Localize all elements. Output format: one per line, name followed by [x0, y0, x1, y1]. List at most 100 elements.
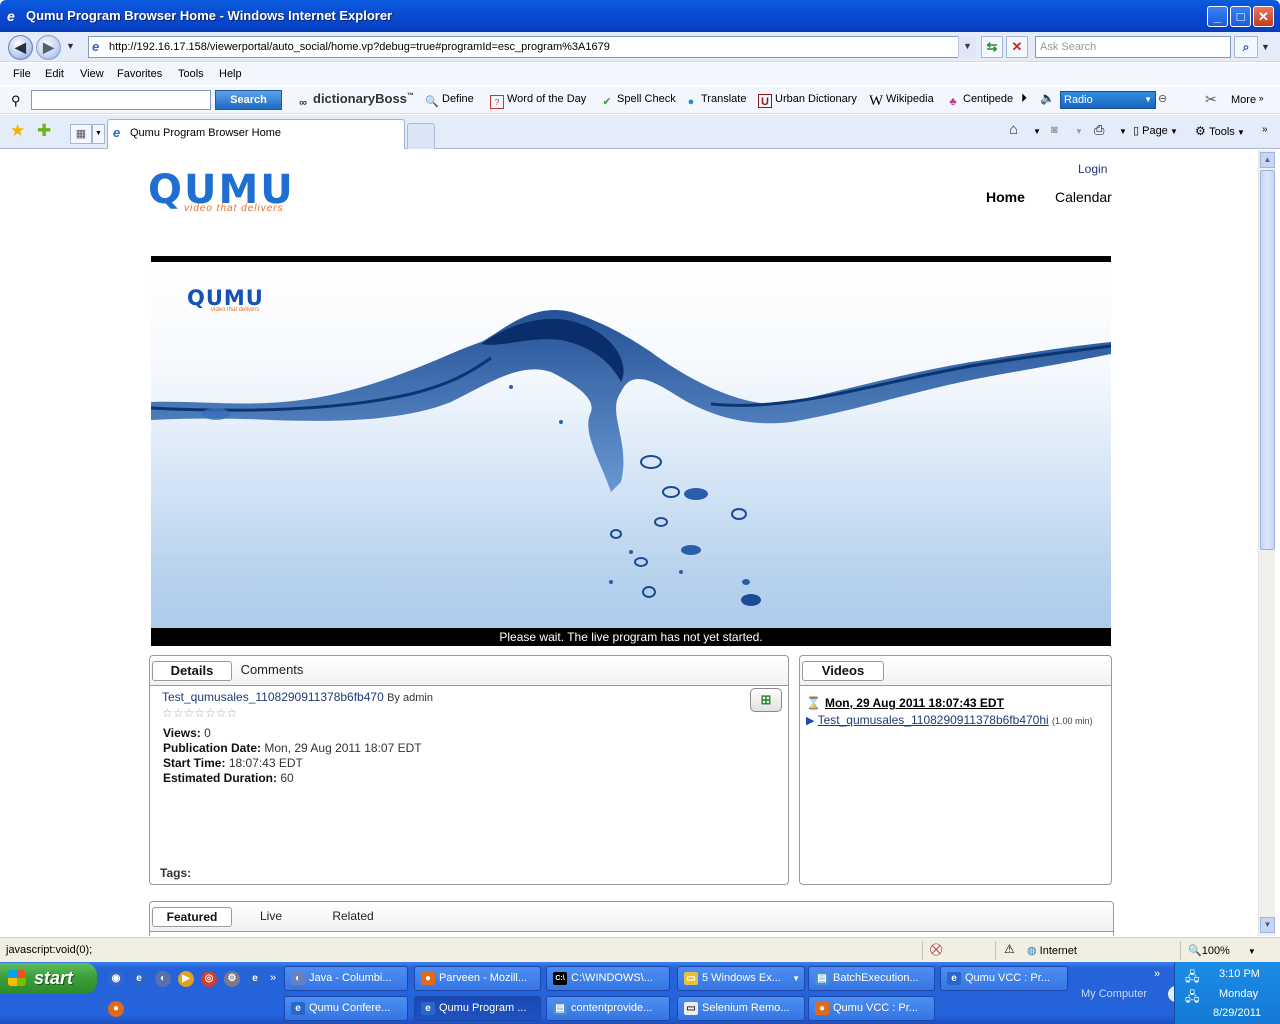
favorites-star-icon[interactable]: ★ [10, 121, 25, 141]
address-input[interactable]: e http://192.16.17.158/viewerportal/auto… [88, 36, 976, 58]
dictionary-search-input[interactable] [31, 90, 211, 110]
centipede-button[interactable]: ♣ Centipede [946, 93, 1013, 109]
zoom-control[interactable]: 🔍100% ▼ [1188, 944, 1256, 957]
urban-dictionary-button[interactable]: U Urban Dictionary [758, 93, 857, 108]
menu-help[interactable]: Help [219, 68, 242, 80]
scroll-thumb[interactable] [1260, 170, 1275, 550]
forward-button[interactable]: ▶ [36, 35, 61, 60]
tools-menu[interactable]: ⚙ Tools ▼ [1195, 124, 1245, 138]
address-dropdown-icon[interactable]: ▼ [958, 36, 976, 58]
page-menu[interactable]: ▯ Page ▼ [1133, 124, 1178, 137]
feeds-dropdown-icon[interactable]: ▼ [1075, 127, 1083, 136]
tab-details[interactable]: Details [152, 661, 232, 681]
menu-view[interactable]: View [80, 68, 104, 80]
add-to-playlist-button[interactable]: ⊞ [750, 688, 782, 712]
radio-volume-icon[interactable]: 🔈 [1040, 91, 1055, 105]
maximize-button[interactable]: □ [1230, 6, 1251, 27]
protected-mode-icon[interactable]: ⚠ [1004, 942, 1015, 956]
print-icon[interactable]: ⎙ [1094, 122, 1104, 138]
home-dropdown-icon[interactable]: ▼ [1033, 127, 1041, 136]
qumu-logo[interactable]: QUMU video that delivers [148, 170, 295, 214]
print-dropdown-icon[interactable]: ▼ [1119, 127, 1127, 136]
play-icon[interactable]: ▶ [806, 715, 814, 727]
translate-button[interactable]: ● Translate [684, 93, 747, 109]
internet-zone[interactable]: ◍ Internet [1027, 944, 1077, 957]
window-titlebar[interactable]: e Qumu Program Browser Home - Windows In… [0, 0, 1280, 32]
login-link[interactable]: Login [1078, 162, 1107, 176]
feeds-icon[interactable]: ◙ [1051, 124, 1058, 136]
history-dropdown-icon[interactable]: ▼ [66, 41, 75, 51]
tab-featured[interactable]: Featured [152, 907, 232, 927]
task-selenium-remote[interactable]: ▭ Selenium Remo... [677, 996, 805, 1021]
task-batchexecution[interactable]: ▤ BatchExecution... [808, 966, 935, 991]
menu-favorites[interactable]: Favorites [117, 68, 162, 80]
menu-edit[interactable]: Edit [45, 68, 64, 80]
add-favorites-icon[interactable]: ✚ [37, 121, 51, 141]
quicklaunch-firefox-icon[interactable]: ● [108, 1001, 124, 1017]
tab-qumu-program-browser[interactable]: e Qumu Program Browser Home [107, 119, 405, 149]
task-cmd-windows[interactable]: C:\ C:\WINDOWS\... [546, 966, 670, 991]
back-button[interactable]: ◀ [8, 35, 33, 60]
dictionary-search-button[interactable]: Search [215, 90, 282, 110]
vertical-scrollbar[interactable]: ▲ ▼ [1258, 150, 1275, 936]
video-link[interactable]: Test_qumusales_1108290911378b6fb470hi [818, 713, 1049, 727]
stop-icon[interactable]: ✕ [1006, 36, 1028, 58]
spell-check-button[interactable]: ✔ Spell Check [600, 93, 675, 109]
tab-live[interactable]: Live [246, 907, 296, 927]
task-java-columbi[interactable]: ◐ Java - Columbi... [284, 966, 408, 991]
network-icon[interactable]: 🖧 [1185, 968, 1200, 990]
menu-file[interactable]: File [13, 68, 31, 80]
tab-videos[interactable]: Videos [802, 661, 884, 681]
minimize-button[interactable]: _ [1207, 6, 1228, 27]
more-commands-icon[interactable]: » [1262, 124, 1268, 135]
start-button[interactable]: start [0, 963, 97, 994]
video-date-link[interactable]: ⌛ Mon, 29 Aug 2011 18:07:43 EDT [806, 696, 1004, 710]
search-options-icon[interactable]: ▼ [1261, 42, 1270, 52]
task-qumu-program[interactable]: e Qumu Program ... [414, 996, 541, 1021]
tab-comments[interactable]: Comments [234, 661, 310, 681]
task-parveen-mozilla[interactable]: ● Parveen - Mozill... [414, 966, 541, 991]
dictionaryboss-logo[interactable]: ∞ dictionaryBoss™ [296, 91, 414, 110]
define-button[interactable]: 🔍 Define [425, 93, 474, 109]
task-qumu-vcc-1[interactable]: e Qumu VCC : Pr... [940, 966, 1068, 991]
radio-play-icon[interactable]: ⏵ [1021, 91, 1027, 106]
quick-tabs-icon[interactable]: ▦ [70, 124, 92, 144]
word-of-the-day-button[interactable]: ? Word of the Day [490, 93, 586, 109]
wikipedia-button[interactable]: W Wikipedia [869, 93, 934, 109]
toolbar-options-icon[interactable]: ✂ [1205, 91, 1217, 108]
quicklaunch-chrome-icon[interactable]: ◎ [201, 971, 217, 987]
search-input[interactable]: Ask Search [1035, 36, 1231, 58]
scroll-down-icon[interactable]: ▼ [1260, 917, 1275, 933]
menu-tools[interactable]: Tools [178, 68, 204, 80]
quicklaunch-ie2-icon[interactable]: e [247, 971, 263, 987]
home-icon[interactable]: ⌂ [1009, 121, 1018, 138]
quicklaunch-show-desktop-icon[interactable]: ◉ [108, 971, 124, 987]
popup-blocker-icon[interactable]: ⛒ [930, 942, 942, 957]
task-qumu-vcc-2[interactable]: ● Qumu VCC : Pr... [808, 996, 935, 1021]
tab-related[interactable]: Related [320, 907, 386, 927]
network2-icon[interactable]: 🖧 [1185, 988, 1200, 1010]
nav-home[interactable]: Home [986, 189, 1025, 205]
more-button[interactable]: More » [1231, 93, 1264, 106]
close-button[interactable]: ✕ [1253, 6, 1274, 27]
nav-calendar[interactable]: Calendar [1055, 189, 1112, 205]
quicklaunch-media-icon[interactable]: ▶ [178, 971, 194, 987]
refresh-icon[interactable]: ⇆ [981, 36, 1003, 58]
radio-dropdown[interactable]: Radio ▼ [1060, 91, 1156, 109]
task-qumu-confere[interactable]: e Qumu Confere... [284, 996, 408, 1021]
task-windows-explorer-group[interactable]: ▭ 5 Windows Ex... ▼ [677, 966, 805, 991]
tab-list-icon[interactable]: ▼ [92, 124, 105, 144]
scroll-up-icon[interactable]: ▲ [1260, 152, 1275, 168]
clock-time[interactable]: 3:10 PM [1219, 968, 1260, 980]
task-contentprovide[interactable]: ▤ contentprovide... [546, 996, 670, 1021]
rating-stars[interactable]: ☆☆☆☆☆☆☆ [162, 706, 237, 720]
search-go-icon[interactable]: ⌕ [1234, 36, 1258, 58]
taskbar-more-icon[interactable]: » [1154, 968, 1160, 980]
new-tab-button[interactable] [407, 123, 435, 149]
quicklaunch-more-icon[interactable]: » [270, 972, 276, 984]
quicklaunch-settings-icon[interactable]: ⚙ [224, 971, 240, 987]
quicklaunch-ie-icon[interactable]: e [131, 971, 147, 987]
radio-close-icon[interactable]: ⊖ [1158, 92, 1167, 105]
video-player[interactable]: QUMU video that delivers Please wait. Th… [151, 262, 1111, 646]
quicklaunch-eclipse-icon[interactable]: ◐ [155, 971, 171, 987]
